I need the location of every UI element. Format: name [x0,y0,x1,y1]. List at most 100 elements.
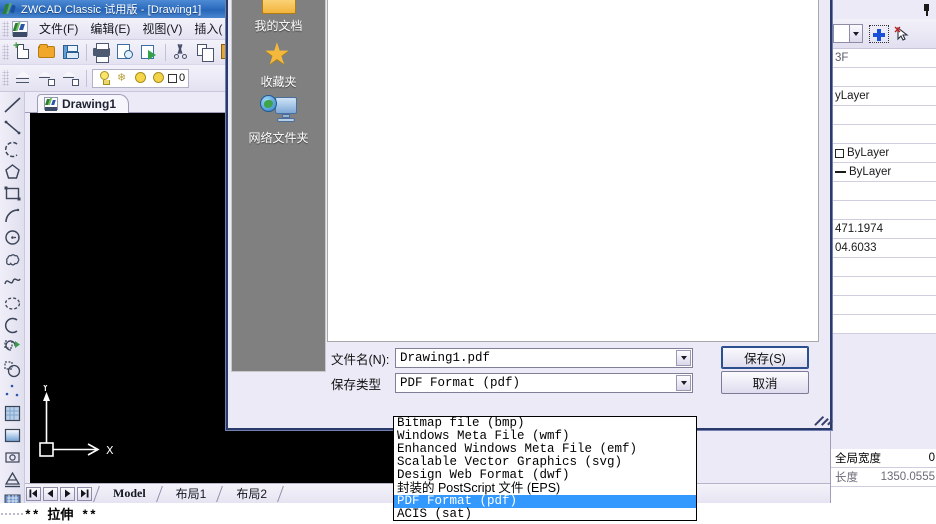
previous-layout-button[interactable] [43,486,58,501]
property-row[interactable] [831,106,936,125]
pin-icon[interactable] [921,3,932,16]
document-menu-icon[interactable] [11,20,29,37]
hatch-icon[interactable] [1,402,24,424]
my-documents-icon [259,0,299,16]
property-row[interactable] [831,296,936,315]
construction-line-icon[interactable] [1,116,24,138]
document-tab-drawing1[interactable]: Drawing1 [37,94,130,113]
property-row[interactable] [831,277,936,296]
line-icon[interactable] [1,94,24,116]
sun-icon[interactable] [133,69,149,87]
save-file-button[interactable] [60,42,82,63]
layout-tab-layout1[interactable]: 布局1 [166,485,217,503]
region-icon[interactable] [1,446,24,468]
layer-previous-icon[interactable] [36,68,58,89]
filename-input[interactable]: Drawing1.pdf [395,348,693,368]
place-my-documents[interactable]: 我的文档 [231,0,326,34]
properties-rows: 3F yLayer ByLayer ByLayer 471.1974 04.60… [831,49,936,449]
property-row[interactable] [831,201,936,220]
property-row[interactable] [831,182,936,201]
property-row[interactable] [831,68,936,87]
toolbar-separator [86,69,87,87]
next-layout-button[interactable] [60,486,75,501]
menu-item-view[interactable]: 视图(V) [136,18,188,39]
property-row-global-width[interactable]: 全局宽度 0 [831,449,936,468]
place-network-folder[interactable]: 网络文件夹 [231,94,326,146]
copy-icon[interactable] [194,42,216,63]
filetype-dropdown-list[interactable]: Bitmap file (bmp) Windows Meta File (wmf… [393,416,697,521]
lightbulb-icon[interactable] [97,69,113,87]
layout-tab-model[interactable]: Model [103,485,156,503]
layers-icon[interactable] [12,68,34,89]
chevron-down-icon[interactable] [849,25,862,42]
first-layout-button[interactable] [26,486,41,501]
polyline-icon[interactable] [1,138,24,160]
save-button[interactable]: 保存(S) [721,346,809,369]
place-favorites[interactable]: ★ 收藏夹 [231,38,326,90]
spline-icon[interactable] [1,270,24,292]
dwg-file-icon [44,97,58,111]
property-row[interactable]: ByLayer [831,144,936,163]
add-selection-icon[interactable] [869,24,889,43]
property-row[interactable]: yLayer [831,87,936,106]
toolbar-separator [165,43,166,61]
command-line-text: ** 拉伸 ** [24,508,97,523]
property-row[interactable]: 3F [831,49,936,68]
cancel-button-label-wrap[interactable]: 取消 [721,371,809,394]
revision-cloud-icon[interactable] [1,248,24,270]
table-icon[interactable] [1,468,24,490]
standard-toolbar-grip[interactable] [2,44,9,60]
snowflake-icon[interactable]: ❄ [115,69,131,87]
dialog-file-list[interactable] [327,0,819,342]
dialog-resize-grip[interactable] [811,409,833,426]
export-arrow-icon[interactable] [139,42,161,63]
arc-icon[interactable] [1,204,24,226]
menubar-grip[interactable] [2,20,9,37]
properties-footer-rows: 全局宽度 0 长度 1350.0555 [831,449,936,503]
rectangle-icon[interactable] [1,182,24,204]
menu-item-edit[interactable]: 编辑(E) [84,18,136,39]
property-row[interactable] [831,125,936,144]
layer-control-combo[interactable]: ❄ 0 [92,68,190,88]
menu-item-file[interactable]: 文件(F) [33,18,84,39]
property-row[interactable] [831,258,936,277]
drawing-canvas[interactable]: Y X [30,113,230,483]
property-row[interactable]: 471.1974 [831,220,936,239]
polygon-icon[interactable] [1,160,24,182]
property-row[interactable]: 04.6033 [831,239,936,258]
filetype-option-sat[interactable]: ACIS (sat) [394,508,696,521]
ellipse-arc-icon[interactable] [1,314,24,336]
filetype-dropdown-button[interactable] [676,375,691,391]
printer-icon[interactable] [91,42,113,63]
object-type-combo[interactable] [833,24,863,43]
layout-tab-separator [277,485,287,503]
command-line-grip[interactable] [0,503,24,524]
scissors-icon[interactable] [170,42,192,63]
filetype-row: 保存类型 PDF Format (pdf) [331,373,731,393]
layer-states-icon[interactable] [60,68,82,89]
new-file-button[interactable]: + [12,40,34,63]
gradient-icon[interactable] [1,424,24,446]
layout-tab-layout2[interactable]: 布局2 [226,485,277,503]
cancel-button[interactable]: 取消 [721,371,809,394]
print-preview-icon[interactable] [115,42,137,63]
property-value: ByLayer [849,166,892,178]
make-block-icon[interactable] [1,358,24,380]
last-layout-button[interactable] [77,486,92,501]
filetype-combo[interactable]: PDF Format (pdf) [395,373,693,393]
layer-toolbar-grip[interactable] [2,70,9,86]
dialog-places-bar: 我的文档 ★ 收藏夹 网络文件夹 [231,0,326,372]
lock-icon[interactable] [151,69,167,87]
quick-select-icon[interactable] [893,25,911,43]
property-row[interactable] [831,315,936,334]
circle-icon[interactable] [1,226,24,248]
save-button-label-wrap[interactable]: 保存(S) [721,346,809,369]
open-folder-icon[interactable] [36,42,58,63]
property-row-length[interactable]: 长度 1350.0555 [831,468,936,487]
property-row[interactable]: ByLayer [831,163,936,182]
point-icon[interactable] [1,380,24,402]
menu-item-insert[interactable]: 插入( [188,18,228,39]
ellipse-icon[interactable] [1,292,24,314]
insert-block-icon[interactable] [1,336,24,358]
filename-dropdown-button[interactable] [676,350,691,366]
